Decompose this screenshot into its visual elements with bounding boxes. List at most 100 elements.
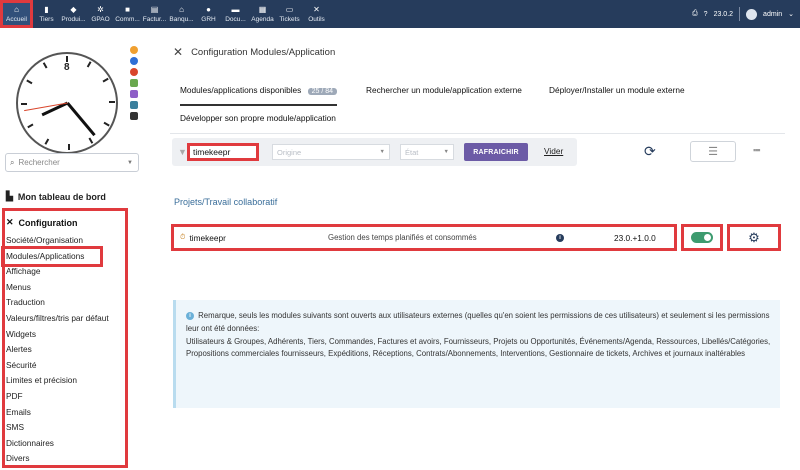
state-select[interactable]: État ▼ — [400, 144, 454, 160]
bomb-icon[interactable] — [130, 68, 138, 76]
configuration-menu: Société/Organisation Modules/Applications… — [1, 233, 109, 467]
user-check-icon[interactable] — [130, 79, 138, 87]
module-name: timekeepr — [189, 232, 226, 243]
refresh-icon[interactable]: ⟳ — [644, 143, 656, 160]
sidebar-item[interactable]: Menus — [6, 280, 109, 296]
folder-icon: ▬ — [231, 5, 240, 14]
state-placeholder: État — [405, 147, 419, 157]
top-navbar: ⌂ Accueil ▮ Tiers ◆ Produi... ✲ GPAO ■ C… — [0, 0, 800, 28]
ab-icon[interactable] — [130, 112, 138, 120]
nav-label: Produi... — [61, 16, 86, 23]
clock-widget: 8 — [16, 52, 118, 154]
tab-developper-module[interactable]: Développer son propre module/application — [180, 113, 336, 123]
nav-grh[interactable]: ● GRH — [195, 0, 222, 28]
nav-facturation[interactable]: ▤ Factur... — [141, 0, 168, 28]
chevron-down-icon[interactable]: ⌄ — [788, 10, 794, 18]
refresh-button[interactable]: RAFRAICHIR — [464, 143, 528, 161]
page-title: ✕ Configuration Modules/Application — [173, 45, 335, 59]
sidebar-item[interactable]: Société/Organisation — [6, 233, 109, 249]
info-icon[interactable]: i — [556, 233, 564, 242]
tools-icon: ✕ — [173, 45, 184, 59]
avatar[interactable] — [746, 8, 758, 20]
sidebar-item[interactable]: Widgets — [6, 327, 109, 343]
tab-label: Modules/applications disponibles — [180, 85, 302, 95]
invoice-icon: ▤ — [150, 5, 159, 14]
sidebar-item[interactable]: Dictionnaires — [6, 436, 109, 452]
nav-documents[interactable]: ▬ Docu... — [222, 0, 249, 28]
dashboard-label: Mon tableau de bord — [17, 191, 106, 202]
filter-icon: ▼ — [178, 147, 187, 157]
sidebar-item[interactable]: SMS — [6, 420, 109, 436]
gear-icon[interactable]: ⚙ — [748, 230, 760, 246]
nav-banque[interactable]: ⌂ Banqu... — [168, 0, 195, 28]
sidebar-item[interactable]: Limites et précision — [6, 373, 109, 389]
grid-icon[interactable]: ▪▪▪ — [753, 145, 761, 155]
calculator-icon[interactable] — [130, 90, 138, 98]
cogs-icon: ✲ — [97, 5, 104, 14]
nav-tickets[interactable]: ▭ Tickets — [276, 0, 303, 28]
notice-module-list: Utilisateurs & Groupes, Adhérents, Tiers… — [186, 336, 771, 359]
nav-label: Tickets — [279, 16, 300, 23]
sidebar-item[interactable]: Emails — [6, 405, 109, 421]
printer-icon[interactable]: ⎙ — [692, 10, 698, 18]
clock-hand — [65, 102, 96, 137]
module-description: Gestion des temps planifiés et consommés — [328, 233, 477, 242]
calendar-icon: ▦ — [258, 5, 267, 14]
nav-produits[interactable]: ◆ Produi... — [60, 0, 87, 28]
clock-tick — [109, 101, 115, 103]
sidebar-item[interactable]: Valeurs/filtres/tris par défaut — [6, 311, 109, 327]
nav-label: Banqu... — [169, 16, 194, 23]
nav-label: Agenda — [251, 16, 274, 23]
sidebar-item[interactable]: Modules/Applications — [1, 245, 103, 268]
nav-commercial[interactable]: ■ Comm... — [114, 0, 141, 28]
menu-title-label: Configuration — [18, 217, 78, 228]
search-select[interactable]: ⌕ Rechercher ▼ — [5, 153, 139, 172]
origin-select[interactable]: Origine ▼ — [272, 144, 390, 160]
sidebar-item[interactable]: Affichage — [6, 264, 109, 280]
tools-icon: ✕ — [6, 217, 14, 227]
dashboard-link[interactable]: ▙ Mon tableau de bord — [6, 191, 106, 202]
quick-icons — [130, 46, 142, 120]
clock-tick — [103, 121, 110, 127]
nav-tiers[interactable]: ▮ Tiers — [33, 0, 60, 28]
sidebar-item[interactable]: Alertes — [6, 342, 109, 358]
nav-accueil[interactable]: ⌂ Accueil — [0, 0, 33, 28]
tab-rechercher-externe[interactable]: Rechercher un module/application externe — [366, 85, 522, 95]
user-name[interactable]: admin — [763, 11, 782, 18]
nav-gpao[interactable]: ✲ GPAO — [87, 0, 114, 28]
chevron-down-icon: ▼ — [443, 149, 449, 155]
nav-agenda[interactable]: ▦ Agenda — [249, 0, 276, 28]
building-icon: ▮ — [44, 5, 49, 14]
sidebar-item[interactable]: Sécurité — [6, 358, 109, 374]
clock-tick — [42, 62, 48, 69]
table-icon[interactable] — [130, 101, 138, 109]
tab-modules-disponibles[interactable]: Modules/applications disponibles 25 / 84 — [180, 85, 338, 106]
configuration-menu-title[interactable]: ✕ Configuration — [6, 217, 78, 228]
sidebar-item[interactable]: PDF — [6, 389, 109, 405]
list-view-button[interactable]: ☰ — [690, 141, 736, 162]
home-icon: ⌂ — [14, 5, 19, 14]
help-icon[interactable]: ? — [704, 11, 708, 18]
sidebar-item[interactable]: Divers — [6, 451, 109, 467]
cube-icon: ◆ — [70, 5, 77, 14]
chevron-down-icon: ▼ — [379, 149, 385, 155]
sidebar: 8 ⌕ Rechercher ▼ ▙ Mon tableau de bord ✕… — [0, 28, 148, 470]
warning-icon[interactable] — [130, 46, 138, 54]
tab-deployer-externe[interactable]: Déployer/Installer un module externe — [549, 85, 685, 95]
nav-label: Tiers — [39, 16, 54, 23]
clock-tick — [102, 77, 109, 83]
module-enable-toggle[interactable] — [691, 232, 713, 243]
page-title-text: Configuration Modules/Application — [191, 46, 336, 58]
tab-label: Développer son propre module/application — [180, 113, 336, 123]
clear-filter-link[interactable]: Vider — [544, 146, 563, 156]
compass-icon[interactable] — [130, 57, 138, 65]
main-content: ✕ Configuration Modules/Application Modu… — [148, 28, 800, 470]
tab-label: Rechercher un module/application externe — [366, 85, 522, 95]
clock-number: 8 — [64, 62, 70, 73]
nav-label: Comm... — [115, 16, 140, 23]
module-search-input[interactable]: timekeepr — [187, 143, 259, 161]
sidebar-item[interactable]: Traduction — [6, 295, 109, 311]
users-icon: ● — [206, 5, 211, 14]
nav-outils[interactable]: ✕ Outils — [303, 0, 330, 28]
nav-label: Accueil — [6, 16, 27, 23]
